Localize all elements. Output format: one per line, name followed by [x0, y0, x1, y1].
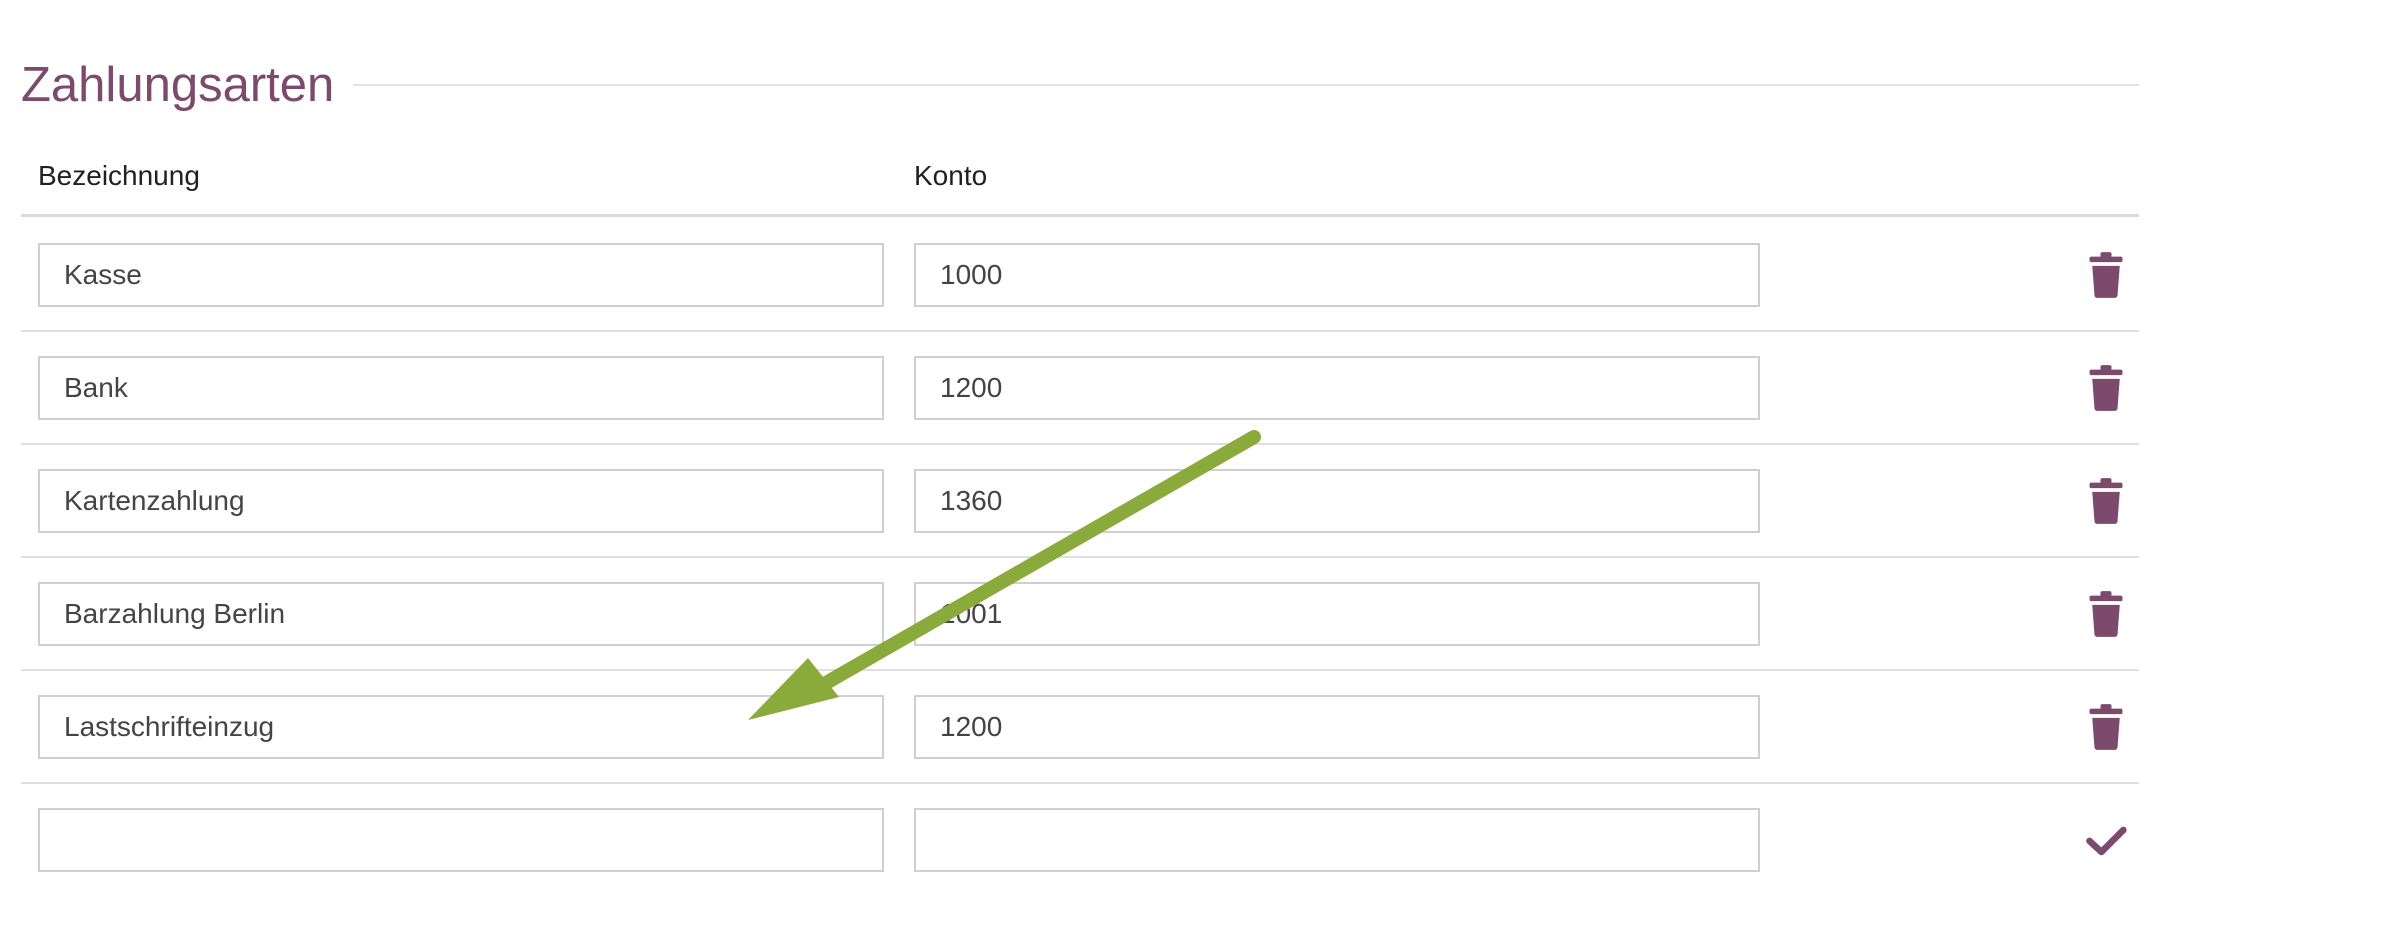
- check-icon: [2086, 826, 2127, 856]
- column-header-name: Bezeichnung: [38, 160, 200, 191]
- konto-input[interactable]: [914, 695, 1760, 759]
- delete-button[interactable]: [2084, 364, 2128, 412]
- konto-input[interactable]: [914, 356, 1760, 420]
- name-input[interactable]: [38, 582, 884, 646]
- name-input[interactable]: [38, 356, 884, 420]
- column-header-konto: Konto: [914, 160, 988, 191]
- name-input[interactable]: [38, 469, 884, 533]
- delete-button[interactable]: [2084, 251, 2128, 299]
- table-row: [21, 217, 2139, 332]
- delete-button[interactable]: [2084, 477, 2128, 525]
- konto-input[interactable]: [914, 469, 1760, 533]
- new-entry-row: [21, 782, 2139, 895]
- trash-icon: [2089, 591, 2123, 637]
- section-divider: [353, 84, 2139, 86]
- section-header: Zahlungsarten: [21, 50, 2139, 120]
- trash-icon: [2089, 365, 2123, 411]
- delete-button[interactable]: [2084, 590, 2128, 638]
- name-input[interactable]: [38, 695, 884, 759]
- new-konto-input[interactable]: [914, 808, 1760, 872]
- trash-icon: [2089, 704, 2123, 750]
- payment-methods-page: Zahlungsarten Bezeichnung Konto: [0, 0, 2382, 934]
- section-title: Zahlungsarten: [21, 58, 335, 112]
- table-row: [21, 330, 2139, 445]
- name-input[interactable]: [38, 243, 884, 307]
- konto-input[interactable]: [914, 582, 1760, 646]
- table-row: [21, 443, 2139, 558]
- delete-button[interactable]: [2084, 703, 2128, 751]
- table-header: Bezeichnung Konto: [21, 150, 2139, 217]
- confirm-button[interactable]: [2084, 816, 2128, 864]
- new-name-input[interactable]: [38, 808, 884, 872]
- trash-icon: [2089, 252, 2123, 298]
- table-row: [21, 556, 2139, 671]
- table-row: [21, 669, 2139, 784]
- konto-input[interactable]: [914, 243, 1760, 307]
- trash-icon: [2089, 478, 2123, 524]
